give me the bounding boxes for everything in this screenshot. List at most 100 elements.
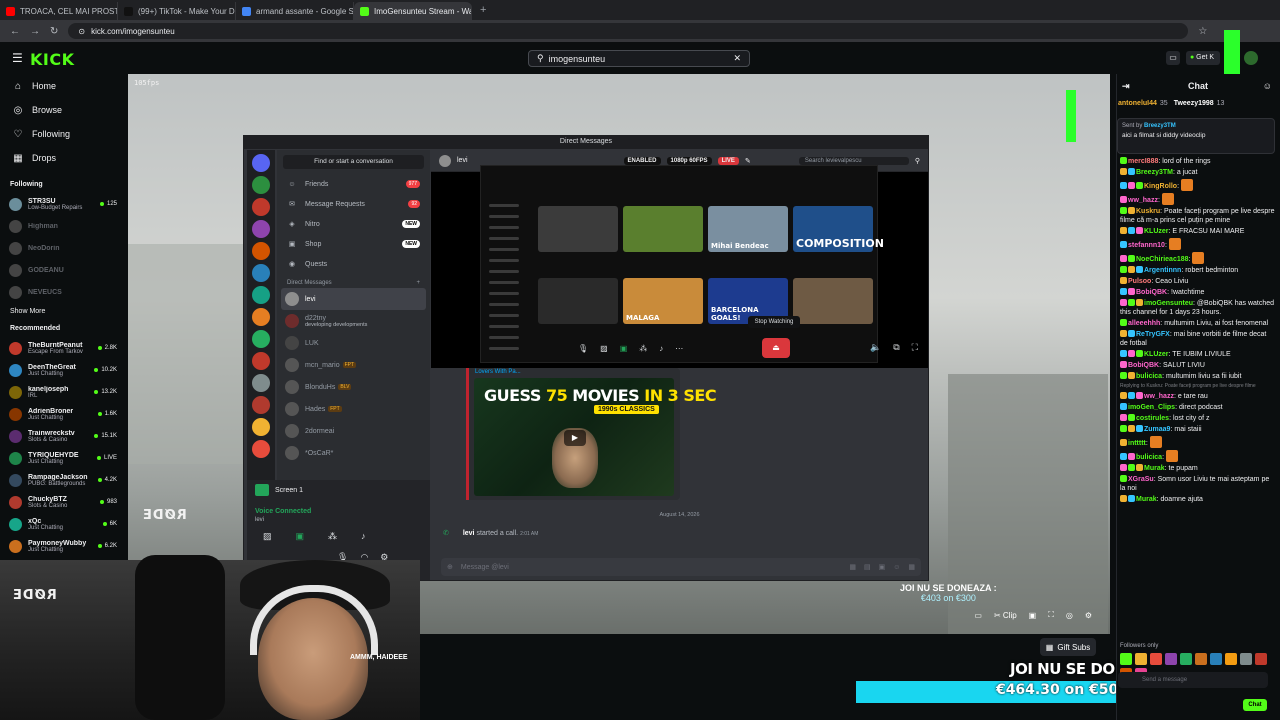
chat-username[interactable]: ww_hazz (1144, 393, 1174, 400)
fullscreen-icon[interactable]: ⛶ (912, 342, 918, 353)
server-icon[interactable] (252, 176, 270, 194)
nav-following[interactable]: ♡ Following (0, 122, 126, 146)
server-icon[interactable] (252, 352, 270, 370)
dm-nav-friends[interactable]: ☺ Friends 977 (277, 174, 430, 194)
popout-icon[interactable]: ⧉ (893, 342, 899, 353)
pin-icon[interactable]: ✎ (745, 157, 751, 165)
emote-icon[interactable] (1225, 653, 1237, 665)
channel-item[interactable]: TYRIQUEHYDE Just Chatting LIVE (0, 447, 126, 469)
youtube-thumbnail[interactable] (538, 278, 618, 324)
apps-icon[interactable]: ▦ (908, 563, 915, 571)
activities-icon[interactable]: ⁂ (639, 344, 647, 353)
embed-title[interactable]: Lovers With Pa... (469, 368, 680, 376)
chat-username[interactable]: imoGensunteu (1144, 300, 1193, 307)
emoji-icon[interactable]: ☺ (893, 564, 900, 571)
browser-tab[interactable]: armand assante - Google Sear✕ (236, 2, 354, 20)
gift-icon[interactable]: ▦ (849, 563, 856, 571)
chat-username[interactable]: KingRollo (1144, 183, 1177, 190)
share-screen-icon[interactable]: ▣ (296, 531, 305, 542)
chat-username[interactable]: ww_hazz (1128, 197, 1158, 204)
emote-icon[interactable] (1165, 653, 1177, 665)
dm-nav-nitro[interactable]: ◈ Nitro NEW (277, 214, 430, 234)
dm-nav-shop[interactable]: ▣ Shop NEW (277, 234, 430, 254)
dm-nav-message-requests[interactable]: ✉ Message Requests 92 (277, 194, 430, 214)
emote-icon[interactable] (1195, 653, 1207, 665)
miniplayer-icon[interactable]: ▣ (1029, 611, 1037, 620)
soundboard-icon[interactable]: ♪ (361, 531, 366, 542)
emote-icon[interactable] (1120, 653, 1132, 665)
reload-icon[interactable]: ↻ (50, 26, 58, 37)
youtube-thumbnail[interactable]: MALAGA (623, 278, 703, 324)
channel-item[interactable]: NeoDorin (0, 237, 126, 259)
collapse-chat-icon[interactable]: ⇥ (1122, 81, 1130, 92)
chat-username[interactable]: Murak (1136, 496, 1157, 503)
find-conversation-input[interactable]: Find or start a conversation (283, 155, 424, 169)
chat-username[interactable]: inttttt (1128, 440, 1146, 447)
browser-tab[interactable]: (99+) TikTok - Make Your Day✕ (118, 2, 236, 20)
show-more-link[interactable]: Show More (0, 303, 126, 320)
stop-watching-button[interactable]: ⏏ (762, 338, 790, 358)
camera-icon[interactable]: ▨ (600, 344, 608, 353)
nav-home[interactable]: ⌂ Home (0, 74, 126, 98)
menu-icon[interactable]: ☰ (12, 51, 23, 65)
nav-drops[interactable]: ▦ Drops (0, 146, 126, 170)
dm-item[interactable]: Hades FPT (277, 398, 430, 420)
chat-username[interactable]: stefannn10 (1128, 242, 1165, 249)
dm-item[interactable]: BlonduHs BLV (277, 376, 430, 398)
back-icon[interactable]: ← (10, 26, 20, 37)
chat-username[interactable]: NoeChirieac188 (1136, 256, 1189, 263)
chat-username[interactable]: bulicica (1136, 454, 1162, 461)
emote-icon[interactable] (1135, 653, 1147, 665)
channel-item[interactable]: DeenTheGreat Just Chatting 10.2K (0, 359, 126, 381)
kick-logo[interactable]: KICK (30, 50, 75, 69)
mic-icon[interactable]: 🎙 (578, 344, 588, 353)
browser-tab[interactable]: TROACA, CEL MAI PROST DOC✕ (0, 2, 118, 20)
chat-users-icon[interactable]: ☺ (1263, 81, 1272, 91)
chat-username[interactable]: Murak (1144, 465, 1165, 472)
theater-icon[interactable]: ▭ (974, 611, 982, 620)
bookmark-star-icon[interactable]: ☆ (1198, 26, 1207, 37)
emote-icon[interactable] (1255, 653, 1267, 665)
nav-browse[interactable]: ◎ Browse (0, 98, 126, 122)
sticker-icon[interactable]: ▣ (879, 563, 886, 571)
volume-icon[interactable]: 🔈 (870, 342, 881, 353)
discord-search-input[interactable]: Search levievalpescu (798, 156, 909, 165)
chat-username[interactable]: BobiQBK (1136, 289, 1167, 296)
browser-tab[interactable]: ImoGensunteu Stream - Watch✕ (354, 2, 472, 20)
youtube-thumbnail[interactable]: Mihai Bendeac (708, 206, 788, 252)
youtube-thumbnail[interactable] (793, 278, 873, 324)
channel-item[interactable]: kaneljoseph IRL 13.2K (0, 381, 126, 403)
gift-subs-button[interactable]: ▦ Gift Subs (1040, 638, 1096, 656)
server-icon[interactable] (252, 264, 270, 282)
settings-icon[interactable]: ⚙ (1085, 611, 1092, 620)
play-icon[interactable]: ▶ (564, 430, 586, 446)
store-icon[interactable]: ▭ (1166, 51, 1180, 65)
dm-item[interactable]: levi (281, 288, 426, 310)
chat-username[interactable]: mercI888 (1128, 158, 1158, 165)
soundboard-icon[interactable]: ♪ (659, 344, 663, 353)
emote-icon[interactable] (1240, 653, 1252, 665)
youtube-thumbnail[interactable] (538, 206, 618, 252)
new-tab-icon[interactable]: + (480, 4, 486, 16)
channel-item[interactable]: NEVEUCS (0, 281, 126, 303)
gifter[interactable]: Tweezy1998 13 (1174, 100, 1225, 107)
server-icon[interactable] (252, 220, 270, 238)
clear-search-icon[interactable]: ✕ (733, 53, 741, 64)
camera-off-icon[interactable]: ▨ (263, 531, 272, 542)
chat-username[interactable]: bulicica (1136, 373, 1162, 380)
channel-item[interactable]: ChuckyBTZ Slots & Casino 983 (0, 491, 126, 513)
chat-username[interactable]: Argentinnn (1144, 267, 1181, 274)
chat-username[interactable]: Kuskru (1136, 208, 1160, 215)
server-icon[interactable] (252, 374, 270, 392)
channel-item[interactable]: PaymoneyWubby Just Chatting 6.2K (0, 535, 126, 557)
channel-item[interactable]: TheBurntPeanut Escape From Tarkov 2.8K (0, 337, 126, 359)
dm-item[interactable]: *OsCaR* (277, 442, 430, 464)
dm-item[interactable]: d22tny developing developments (277, 310, 430, 332)
chat-username[interactable]: costirules (1136, 415, 1169, 422)
search-input[interactable]: ⚲ imogensunteu ✕ (528, 50, 750, 67)
more-icon[interactable]: ⋯ (675, 344, 683, 353)
channel-item[interactable]: AdrienBroner Just Chatting 1.6K (0, 403, 126, 425)
channel-item[interactable]: xQc Just Chatting 6K (0, 513, 126, 535)
chat-username[interactable]: alleeehhh (1128, 320, 1160, 327)
chat-username[interactable]: Pulsoo (1128, 278, 1151, 285)
